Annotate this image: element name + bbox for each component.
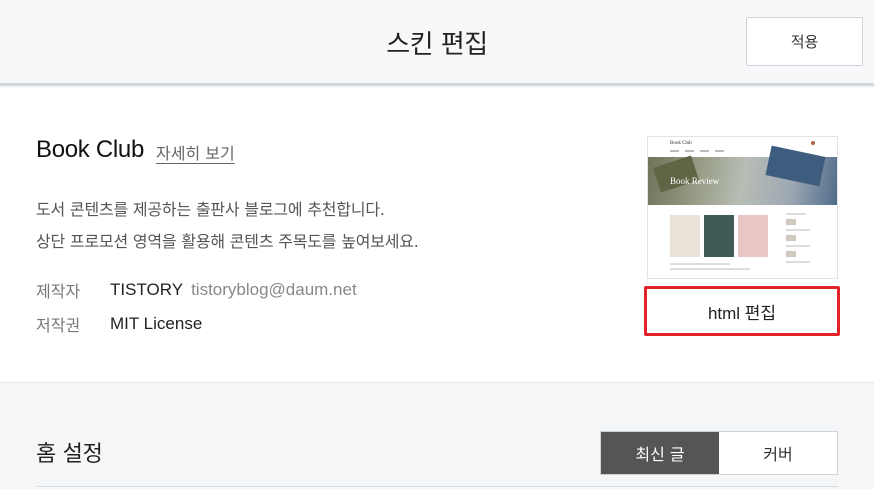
license-row: 저작권 MIT License <box>36 313 202 335</box>
maker-row: 제작자 TISTORY tistoryblog@daum.net <box>36 279 357 301</box>
thumbnail-profile-icon <box>811 141 815 145</box>
home-settings-title: 홈 설정 <box>36 442 103 467</box>
page-title: 스킨 편집 <box>386 30 488 60</box>
thumbnail-book-cover <box>738 215 768 257</box>
skin-thumbnail: Book Club Book Review <box>647 136 838 279</box>
license-label: 저작권 <box>36 316 81 335</box>
cover-option[interactable]: 커버 <box>719 432 837 474</box>
description-line-1: 도서 콘텐츠를 제공하는 출판사 블로그에 추천합니다. <box>36 200 385 219</box>
maker-email: tistoryblog@daum.net <box>191 280 357 299</box>
thumbnail-hero-title: Book Review <box>670 176 720 186</box>
thumbnail-book-cover <box>704 215 734 257</box>
divider <box>36 486 838 487</box>
description-line-2: 상단 프로모션 영역을 활용해 콘텐츠 주목도를 높여보세요. <box>36 232 419 251</box>
thumbnail-nav <box>670 150 724 152</box>
apply-button[interactable]: 적용 <box>746 17 863 66</box>
maker-label: 제작자 <box>36 282 81 301</box>
skin-info-card: Book Club 자세히 보기 도서 콘텐츠를 제공하는 출판사 블로그에 추… <box>0 88 874 383</box>
html-edit-button[interactable]: html 편집 <box>644 286 840 336</box>
license-value: MIT License <box>110 314 203 333</box>
latest-posts-option[interactable]: 최신 글 <box>601 432 719 474</box>
maker-value: TISTORY <box>110 280 184 299</box>
skin-description: 도서 콘텐츠를 제공하는 출판사 블로그에 추천합니다. 상단 프로모션 영역을… <box>36 194 596 258</box>
skin-name: Book Club <box>36 136 145 163</box>
thumbnail-logo: Book Club <box>670 141 692 146</box>
home-type-toggle: 최신 글 커버 <box>600 431 838 475</box>
detail-link[interactable]: 자세히 보기 <box>156 140 235 164</box>
thumbnail-content <box>648 205 837 278</box>
thumbnail-hero: Book Review <box>648 145 837 205</box>
thumbnail-book-cover <box>670 215 700 257</box>
top-header: 스킨 편집 적용 <box>0 0 874 86</box>
